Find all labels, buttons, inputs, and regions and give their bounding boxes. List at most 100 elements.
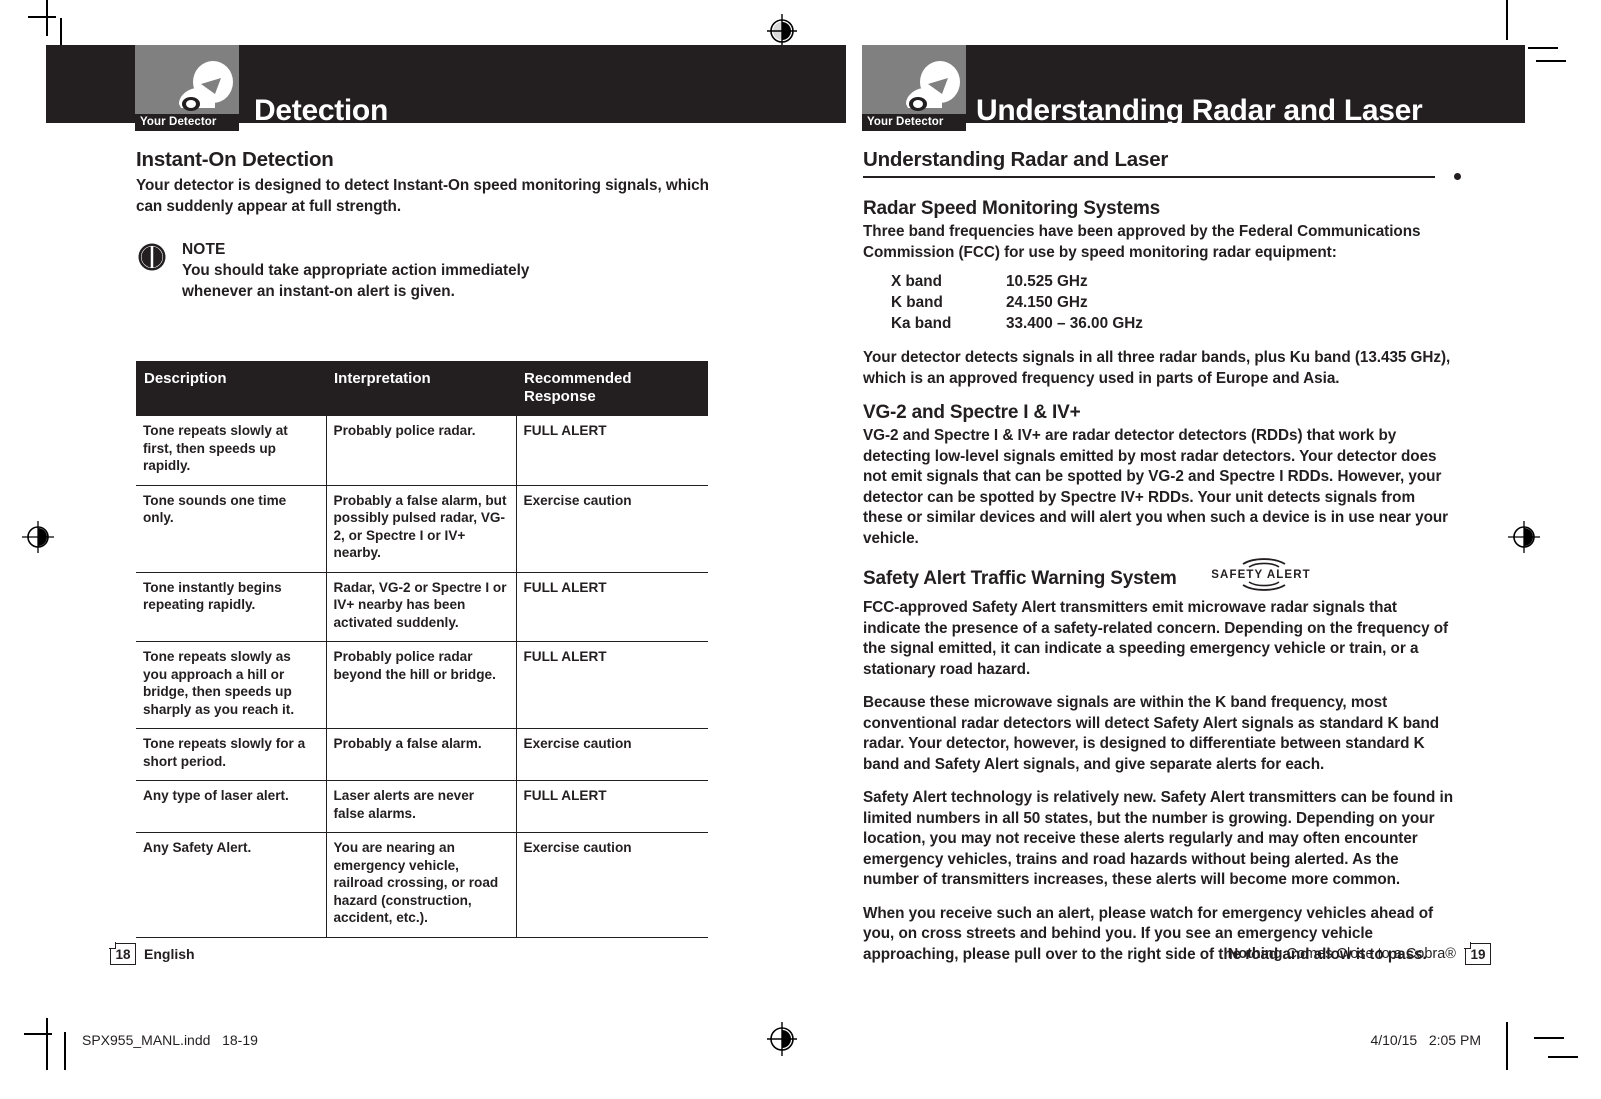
table-row: Tone repeats slowly as you approach a hi… bbox=[136, 641, 708, 729]
intro-part-1: Your detector is designed to detect bbox=[136, 177, 394, 194]
right-page-header-title: Understanding Radar and Laser bbox=[976, 94, 1423, 127]
page-corner-fold bbox=[1464, 942, 1472, 950]
cobra-tagline: Nothing Comes Close to a Cobra® bbox=[1228, 946, 1456, 962]
cell-interpretation: Probably a false alarm, but possibly pul… bbox=[326, 485, 517, 573]
safety-alert-heading-row: Safety Alert Traffic Warning System SAFE… bbox=[863, 558, 1453, 596]
band-frequency: 10.525 GHz bbox=[1006, 273, 1088, 290]
section-title-rule bbox=[863, 173, 1461, 186]
crop-mark-top-right-bar2 bbox=[1536, 60, 1566, 62]
left-page-content: Instant-On Detection Your detector is de… bbox=[136, 148, 716, 302]
cell-response: Exercise caution bbox=[516, 485, 708, 573]
print-slug-timestamp: 4/10/15 2:05 PM bbox=[1370, 1032, 1481, 1048]
radar-band-list: X band 10.525 GHz K band 24.150 GHz Ka b… bbox=[863, 271, 1453, 334]
cell-description: Tone instantly begins repeating rapidly. bbox=[136, 572, 327, 642]
cell-interpretation: Radar, VG-2 or Spectre I or IV+ nearby h… bbox=[326, 572, 517, 642]
alert-interpretation-table: Description Interpretation Recommended R… bbox=[136, 361, 708, 938]
cell-interpretation: Probably police radar beyond the hill or… bbox=[326, 641, 517, 729]
cell-interpretation: Probably a false alarm. bbox=[326, 728, 517, 781]
note-text-line-2: whenever an instant-on alert is given. bbox=[182, 283, 455, 300]
crop-mark-bottom-right-bar bbox=[1534, 1037, 1564, 1039]
crop-mark-bottom-left-v bbox=[46, 1018, 48, 1070]
right-detector-caption: Your Detector bbox=[862, 114, 966, 131]
table-header-row: Description Interpretation Recommended R… bbox=[136, 361, 708, 416]
cell-description: Tone sounds one time only. bbox=[136, 485, 327, 573]
registration-target-bottom bbox=[765, 1022, 799, 1056]
radar-systems-paragraph: Three band frequencies have been approve… bbox=[863, 223, 1421, 261]
note-text-line-1: You should take appropriate action immed… bbox=[182, 262, 530, 279]
cell-interpretation: You are nearing an emergency vehicle, ra… bbox=[326, 832, 517, 938]
band-row: K band 24.150 GHz bbox=[891, 292, 1453, 313]
crop-mark-bottom-left-bar bbox=[24, 1033, 52, 1035]
band-name: Ka band bbox=[891, 315, 952, 332]
crop-mark-top-right-bar bbox=[1528, 47, 1558, 49]
cell-response: FULL ALERT bbox=[516, 572, 708, 642]
vg2-bold-term-2: Spectre I & IV+ bbox=[933, 427, 1041, 444]
crop-mark-top-right-v bbox=[1506, 0, 1508, 40]
vg2-rest-text: are radar detector detectors (RDDs) that… bbox=[863, 427, 1449, 547]
crop-mark-top-left-inner bbox=[60, 18, 62, 48]
table-row: Any Safety Alert. You are nearing an eme… bbox=[136, 832, 708, 938]
cell-interpretation: Laser alerts are never false alarms. bbox=[326, 780, 517, 833]
safety-alert-paragraph-3: Safety Alert technology is relatively ne… bbox=[863, 789, 1453, 888]
intro-bold-term: Instant-On bbox=[393, 177, 470, 194]
radar-systems-heading: Radar Speed Monitoring Systems bbox=[863, 198, 1161, 219]
right-page-number: 19 bbox=[1470, 946, 1486, 962]
crop-mark-bottom-right-bar2 bbox=[1548, 1056, 1578, 1058]
tagline-bold-word: Nothing bbox=[1227, 946, 1283, 962]
cell-description: Any Safety Alert. bbox=[136, 832, 327, 938]
crop-mark-top-left-v bbox=[46, 0, 48, 36]
instant-on-section-title: Instant-On Detection bbox=[136, 148, 334, 171]
registration-target-right bbox=[1508, 521, 1540, 553]
band-row: X band 10.525 GHz bbox=[891, 271, 1453, 292]
safety-alert-paragraph-2: Because these microwave signals are with… bbox=[863, 694, 1440, 773]
cell-response: FULL ALERT bbox=[516, 416, 708, 486]
page-spread: Your Detector Detection Your Detector Un… bbox=[0, 0, 1601, 1099]
radar-detector-icon bbox=[179, 61, 233, 111]
left-page-number: 18 bbox=[115, 946, 131, 962]
cell-description: Any type of laser alert. bbox=[136, 780, 327, 833]
table-row: Tone instantly begins repeating rapidly.… bbox=[136, 572, 708, 642]
right-page-footer: Nothing Comes Close to a Cobra® 19 bbox=[1228, 942, 1491, 965]
right-page-content: Understanding Radar and Laser Radar Spee… bbox=[863, 148, 1461, 978]
radar-detector-icon bbox=[906, 61, 960, 111]
band-name: K band bbox=[891, 294, 943, 311]
left-detector-caption: Your Detector bbox=[135, 114, 239, 131]
vg2-bold-term-1: VG-2 bbox=[863, 427, 899, 444]
rule-line bbox=[863, 176, 1435, 178]
note-label: NOTE bbox=[182, 241, 226, 258]
registration-target-left bbox=[22, 521, 54, 553]
tagline-rest: Comes Close to a Cobra® bbox=[1282, 946, 1456, 962]
band-frequency: 24.150 GHz bbox=[1006, 294, 1088, 311]
left-page-footer: 18 English bbox=[109, 942, 195, 965]
sa-p1-part-1: FCC-approved bbox=[863, 599, 972, 616]
left-detector-chip bbox=[135, 45, 239, 114]
table-row: Tone repeats slowly at first, then speed… bbox=[136, 416, 708, 486]
cell-response: Exercise caution bbox=[516, 832, 708, 938]
cell-description: Tone repeats slowly at first, then speed… bbox=[136, 416, 327, 486]
column-header-recommended-response: Recommended Response bbox=[516, 361, 708, 416]
band-row: Ka band 33.400 – 36.00 GHz bbox=[891, 313, 1453, 334]
safety-alert-logo-icon: SAFETY ALERT bbox=[1211, 558, 1310, 591]
understanding-section-title: Understanding Radar and Laser bbox=[863, 148, 1169, 171]
cell-response: FULL ALERT bbox=[516, 641, 708, 729]
right-detector-chip bbox=[862, 45, 966, 114]
column-header-description: Description bbox=[136, 361, 326, 416]
left-page-header-title: Detection bbox=[254, 94, 388, 127]
table-row: Tone repeats slowly for a short period. … bbox=[136, 728, 708, 781]
table-row: Tone sounds one time only. Probably a fa… bbox=[136, 485, 708, 573]
table-row: Any type of laser alert. Laser alerts ar… bbox=[136, 780, 708, 833]
band-frequency: 33.400 – 36.00 GHz bbox=[1006, 315, 1143, 332]
registration-target-top bbox=[765, 14, 799, 48]
crop-mark-bottom-left-inner bbox=[64, 1032, 66, 1070]
safety-alert-paragraph-1: FCC-approved Safety Alert transmitters e… bbox=[863, 598, 1453, 680]
crop-mark-top-left-bar bbox=[28, 16, 56, 18]
sa-p1-bold-term: Safety Alert bbox=[971, 599, 1056, 616]
page-corner-fold bbox=[109, 942, 117, 950]
right-page-number-badge: 19 bbox=[1464, 942, 1491, 965]
note-block: NOTE You should take appropriate action … bbox=[136, 241, 716, 302]
svg-text:SAFETY ALERT: SAFETY ALERT bbox=[1211, 569, 1310, 581]
column-header-interpretation: Interpretation bbox=[326, 361, 516, 416]
cell-description: Tone repeats slowly for a short period. bbox=[136, 728, 327, 781]
footer-language-label: English bbox=[144, 946, 195, 962]
cell-response: Exercise caution bbox=[516, 728, 708, 781]
